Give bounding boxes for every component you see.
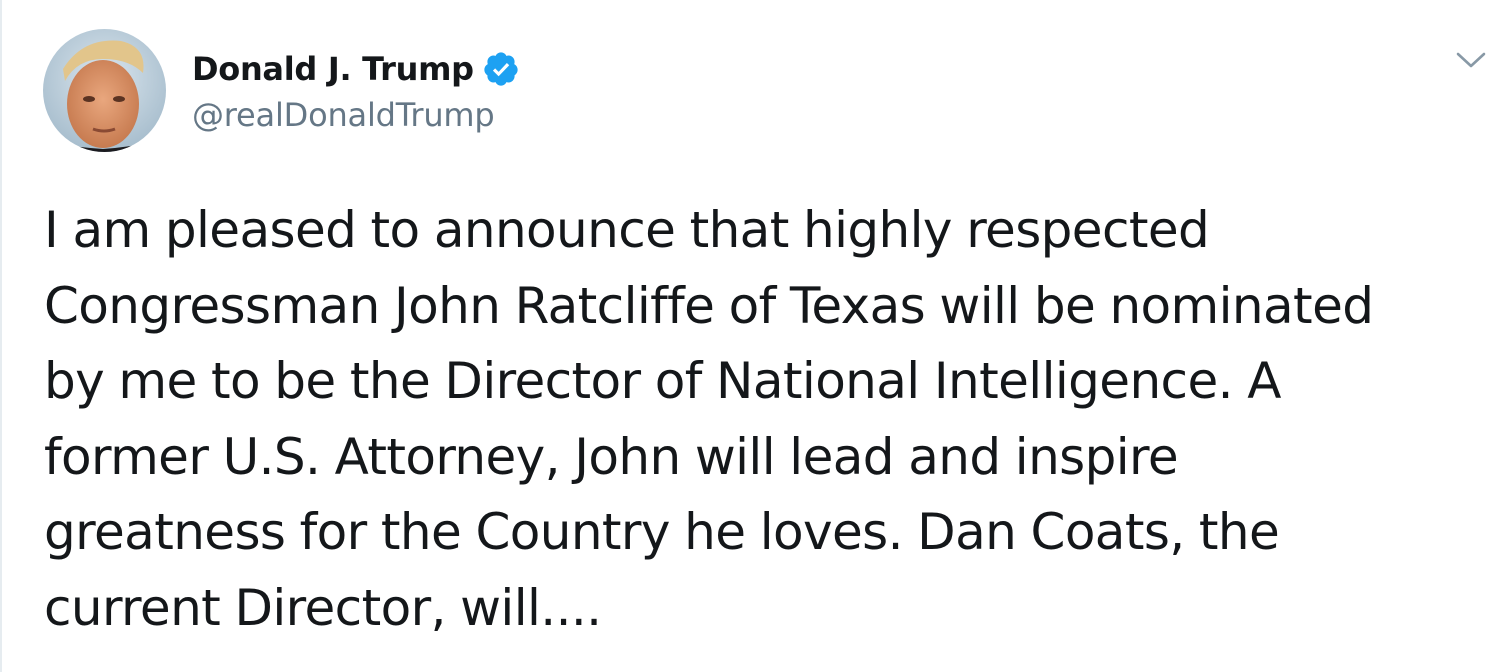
tweet-text-line: current Director, will....: [44, 578, 602, 637]
tweet-text: I am pleased to announce that highly res…: [44, 193, 1484, 646]
display-name[interactable]: Donald J. Trump: [192, 50, 474, 88]
name-row: Donald J. Trump: [192, 44, 520, 94]
tweet-card: Donald J. Trump @realDonaldTrump I am pl…: [0, 0, 1504, 672]
tweet-text-line: I am pleased to announce that highly res…: [44, 201, 1210, 259]
verified-badge-icon: [482, 50, 520, 88]
user-info: Donald J. Trump @realDonaldTrump: [192, 44, 520, 134]
tweet-text-line: former U.S. Attorney, John will lead and…: [44, 427, 1179, 486]
user-handle[interactable]: @realDonaldTrump: [192, 96, 520, 134]
tweet-text-line: by me to be the Director of National Int…: [44, 352, 1281, 410]
avatar-image: [43, 29, 166, 152]
tweet-text-line: Congressman John Ratcliffe of Texas will…: [44, 276, 1374, 335]
chevron-down-icon[interactable]: [1454, 48, 1488, 72]
tweet-text-line: greatness for the Country he loves. Dan …: [44, 503, 1280, 561]
avatar[interactable]: [43, 29, 166, 152]
